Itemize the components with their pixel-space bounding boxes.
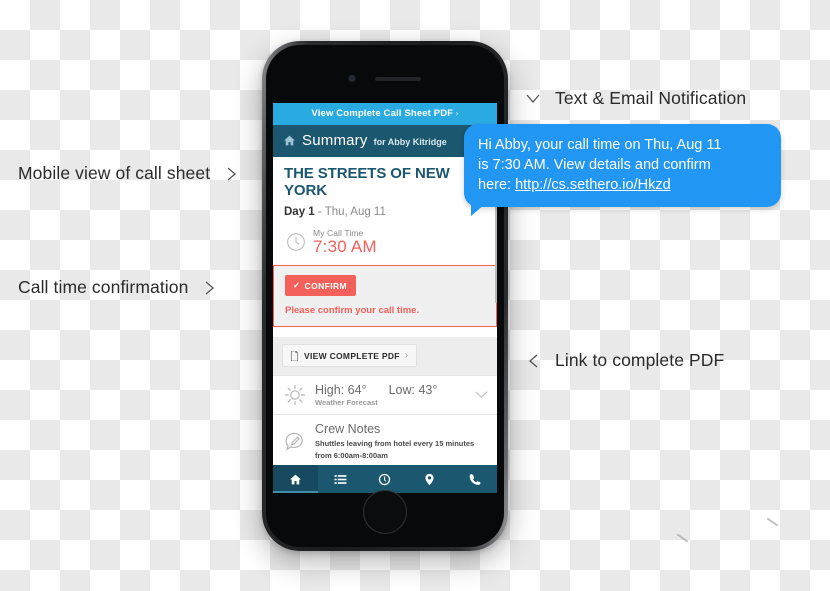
crew-notes-row[interactable]: Crew Notes Shuttles leaving from hotel e… — [273, 414, 497, 469]
tab-location[interactable] — [407, 465, 452, 493]
weather-forecast-row[interactable]: High: 64° Low: 43° Weather Forecast — [273, 375, 497, 415]
map-pin-icon — [425, 473, 434, 485]
annotation-label: Mobile view of call sheet — [18, 163, 211, 183]
sms-notification-bubble: Hi Abby, your call time on Thu, Aug 11 i… — [464, 124, 781, 216]
annotation-label: Link to complete PDF — [555, 350, 725, 370]
annotation-text-email-notification: Text & Email Notification — [525, 88, 746, 109]
confirm-message: Please confirm your call time. — [285, 305, 420, 317]
annotation-label: Call time confirmation — [18, 277, 189, 297]
call-time-confirmation-box: ✓ CONFIRM Please confirm your call time. — [273, 265, 497, 328]
tab-times[interactable] — [363, 465, 408, 493]
production-title: THE STREETS OF NEW YORK — [284, 165, 450, 199]
decorative-tick-mark — [766, 517, 779, 527]
sms-line-1: Hi Abby, your call time on Thu, Aug 11 — [478, 137, 722, 153]
check-icon: ✓ — [293, 280, 301, 291]
summary-subtitle: for Abby Kitridge — [373, 137, 447, 147]
sms-line-2: is 7:30 AM. View details and confirm — [478, 157, 711, 173]
chevron-down-icon — [525, 91, 541, 107]
crew-notes-texts: Crew Notes Shuttles leaving from hotel e… — [315, 422, 488, 461]
sms-link[interactable]: http://cs.sethero.io/Hkzd — [515, 177, 671, 193]
my-call-time-row: My Call Time 7:30 AM — [273, 226, 497, 266]
confirm-button[interactable]: ✓ CONFIRM — [285, 275, 356, 297]
confirm-button-label: CONFIRM — [304, 280, 347, 291]
chevron-right-icon: › — [404, 350, 409, 362]
note-bubble-icon — [285, 432, 303, 451]
day-line: Day 1 - Thu, Aug 11 — [284, 206, 486, 218]
chevron-right-icon: › — [455, 108, 459, 119]
home-icon — [289, 474, 301, 484]
home-button[interactable] — [363, 490, 407, 534]
sms-line-3-prefix: here: — [478, 177, 516, 193]
day-date: Thu, Aug 11 — [324, 205, 386, 218]
home-icon[interactable] — [283, 134, 296, 147]
chevron-right-icon — [202, 280, 218, 296]
annotation-call-time-confirmation: Call time confirmation — [18, 277, 218, 298]
sms-line-3: here: http://cs.sethero.io/Hkzd — [478, 175, 768, 195]
sun-icon — [284, 385, 306, 406]
chevron-right-icon — [224, 166, 240, 182]
chevron-left-icon — [525, 353, 541, 369]
annotation-label: Text & Email Notification — [555, 88, 747, 108]
annotation-link-to-pdf: Link to complete PDF — [525, 350, 724, 371]
call-time-texts: My Call Time 7:30 AM — [313, 228, 377, 256]
document-icon — [290, 350, 299, 361]
topbar-label: View Complete Call Sheet PDF — [311, 108, 454, 119]
weather-texts: High: 64° Low: 43° Weather Forecast — [315, 383, 467, 407]
weather-caption: Weather Forecast — [315, 398, 378, 408]
view-complete-pdf-zone: VIEW COMPLETE PDF › — [273, 337, 497, 376]
spacer-strip — [273, 327, 497, 338]
crew-notes-title: Crew Notes — [315, 422, 381, 437]
weather-low: Low: 43° — [388, 383, 438, 398]
view-complete-pdf-button[interactable]: VIEW COMPLETE PDF › — [282, 344, 418, 368]
day-separator: - — [314, 205, 325, 218]
decorative-tick-mark — [676, 533, 689, 543]
crew-notes-line-2: from 6:00am-8:00am — [315, 451, 388, 461]
phone-icon — [469, 473, 481, 485]
list-icon — [334, 474, 347, 484]
call-time-value: 7:30 AM — [313, 236, 377, 256]
phone-bezel: View Complete Call Sheet PDF › Summary fo… — [266, 45, 504, 547]
bottom-tab-bar — [273, 465, 497, 493]
clock-icon — [379, 473, 391, 485]
day-label: Day 1 — [284, 205, 315, 218]
earpiece-speaker — [375, 77, 421, 81]
tab-contacts[interactable] — [452, 465, 497, 493]
tab-home[interactable] — [273, 465, 318, 493]
phone-mockup: View Complete Call Sheet PDF › Summary fo… — [262, 41, 508, 551]
view-complete-call-sheet-pdf-bar[interactable]: View Complete Call Sheet PDF › — [273, 103, 497, 125]
front-camera-icon — [348, 75, 356, 82]
crew-notes-body: Shuttles leaving from hotel every 15 min… — [315, 438, 488, 461]
weather-temps: High: 64° Low: 43° — [315, 383, 467, 397]
summary-title: Summary — [302, 132, 368, 149]
annotation-mobile-view: Mobile view of call sheet — [18, 163, 240, 184]
clock-icon — [287, 232, 305, 251]
weather-high: High: 64° — [315, 383, 367, 398]
crew-notes-line-1: Shuttles leaving from hotel every 15 min… — [315, 439, 475, 449]
view-complete-pdf-label: VIEW COMPLETE PDF — [304, 350, 400, 361]
tab-schedule[interactable] — [318, 465, 363, 493]
chevron-down-icon[interactable] — [475, 391, 488, 399]
